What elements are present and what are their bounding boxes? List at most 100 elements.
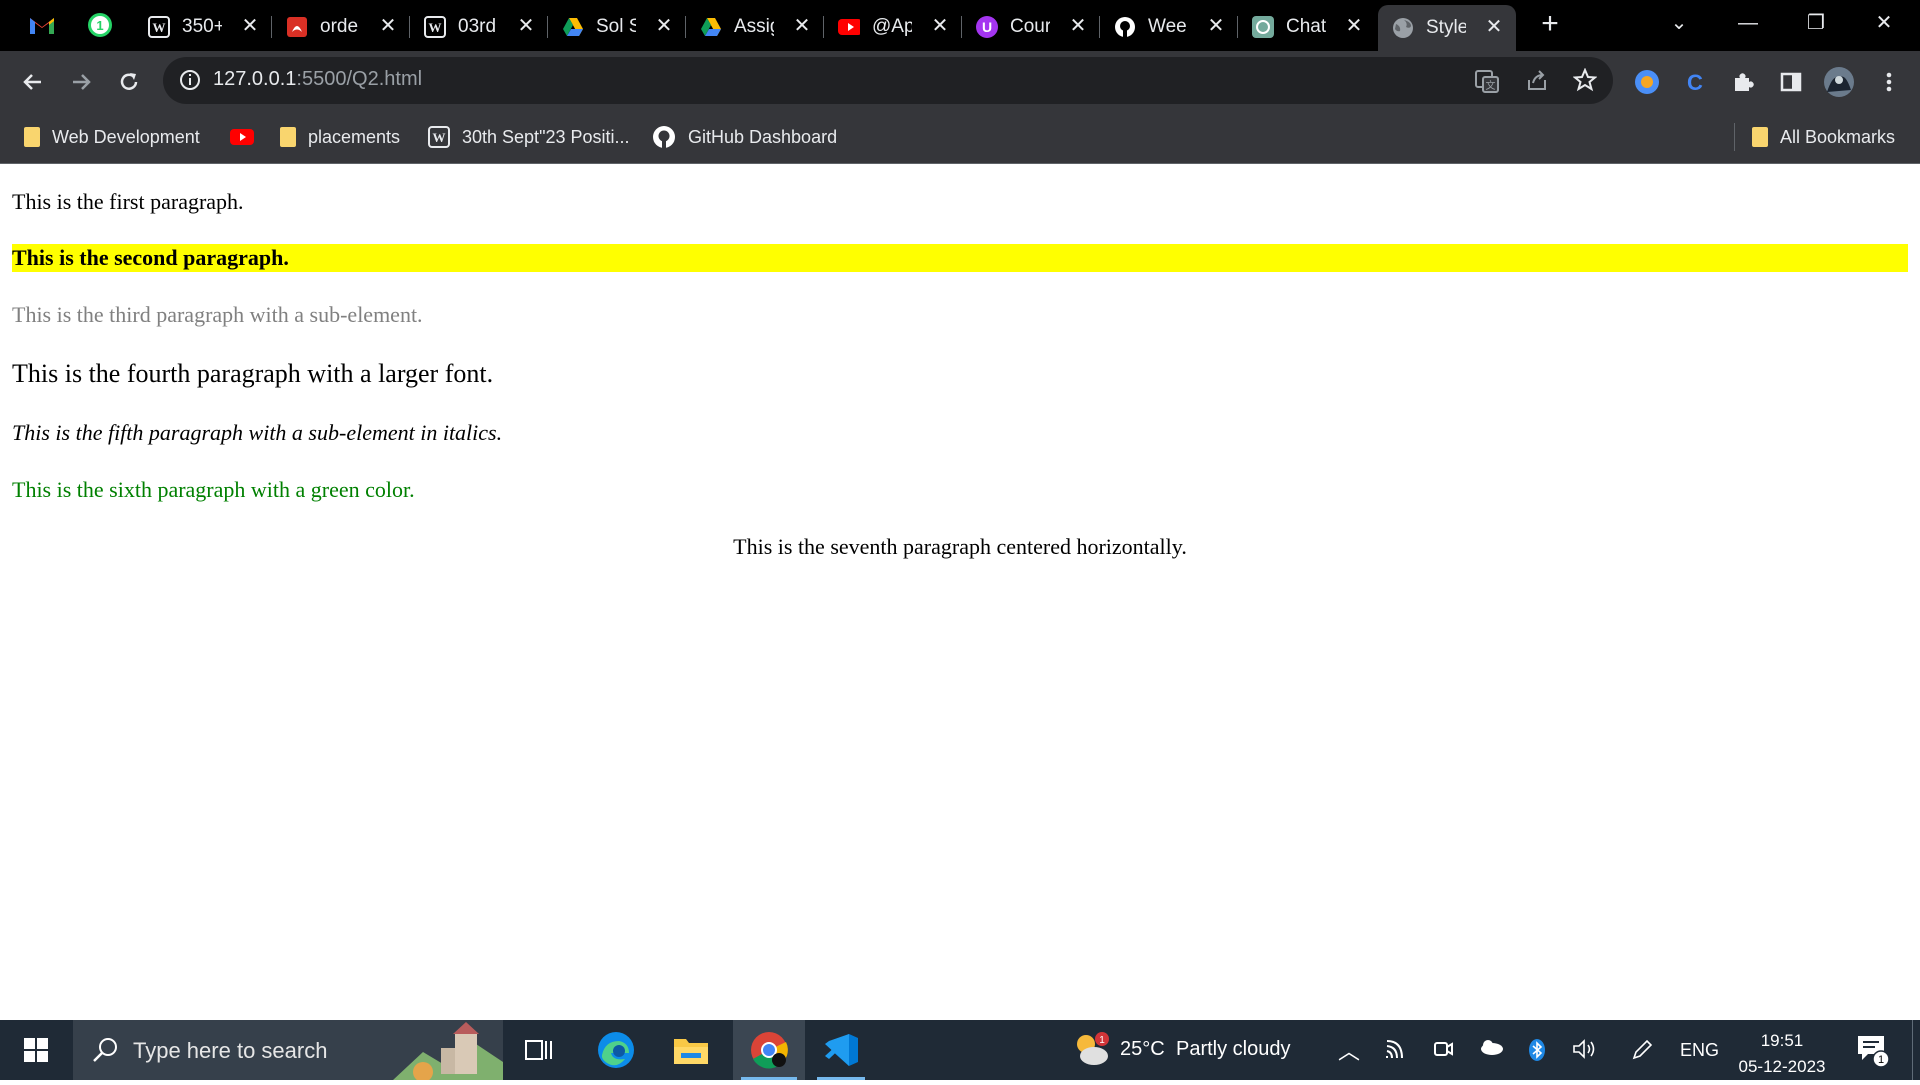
address-bar[interactable]: 127.0.0.1:5500/Q2.html 文	[163, 57, 1613, 104]
tab-1[interactable]: W 350+ ✕	[134, 4, 272, 49]
paragraph-7: This is the seventh paragraph centered h…	[733, 534, 1187, 559]
pen-icon[interactable]	[1630, 1038, 1654, 1068]
chatgpt-icon	[1252, 15, 1274, 38]
minimize-button[interactable]: —	[1726, 8, 1770, 38]
tab-title: Assig	[734, 15, 774, 37]
globe-icon	[1392, 17, 1414, 39]
show-hidden-icons-chevron-icon[interactable]: ︿	[1338, 1034, 1360, 1066]
svg-text:W: W	[153, 20, 166, 35]
back-arrow-icon	[23, 74, 41, 90]
svg-text:文: 文	[1486, 79, 1496, 92]
whatsapp-icon: 1	[88, 13, 112, 37]
tab-6[interactable]: @Ap ✕	[824, 4, 962, 49]
back-button[interactable]	[16, 65, 50, 99]
tab-7[interactable]: U Cour ✕	[962, 4, 1100, 49]
tab-3[interactable]: W 03rd ✕	[410, 4, 548, 49]
taskbar-edge[interactable]	[580, 1020, 652, 1080]
taskbar-chrome[interactable]	[733, 1020, 805, 1080]
taskbar-vscode[interactable]	[805, 1020, 877, 1080]
close-tab-icon[interactable]: ✕	[1068, 16, 1088, 36]
wordpress-icon: W	[148, 15, 170, 38]
extension-1-button[interactable]	[1630, 65, 1664, 99]
all-bookmarks-label: All Bookmarks	[1780, 126, 1896, 147]
tab-title: orde	[320, 15, 359, 37]
close-tab-icon[interactable]: ✕	[654, 16, 674, 36]
close-tab-icon[interactable]: ✕	[378, 16, 398, 36]
clock-time: 19:51	[1760, 1031, 1804, 1050]
all-bookmarks[interactable]: All Bookmarks	[1752, 123, 1895, 151]
avatar	[1824, 67, 1854, 97]
svg-text:1: 1	[1099, 1035, 1105, 1046]
meet-now-icon[interactable]	[1432, 1038, 1454, 1066]
translate-icon[interactable]: 文	[1475, 69, 1499, 98]
extension-2-button[interactable]: C	[1678, 65, 1712, 99]
reload-icon	[120, 73, 138, 90]
weather-widget[interactable]: 1	[1070, 1030, 1110, 1073]
side-panel-button[interactable]	[1774, 65, 1808, 99]
wordpress-icon: W	[428, 126, 450, 148]
forward-button[interactable]	[64, 65, 98, 99]
folder-icon	[24, 127, 40, 147]
url-text: 127.0.0.1:5500/Q2.html	[213, 68, 422, 91]
tab-4[interactable]: Sol S ✕	[548, 4, 686, 49]
tab-strip: 1 W 350+ ✕ orde ✕ W 03rd ✕ Sol S ✕ Assig…	[0, 0, 1920, 51]
udemy-icon: U	[976, 15, 998, 38]
svg-text:W: W	[433, 130, 446, 145]
close-tab-icon[interactable]: ✕	[240, 16, 260, 36]
network-icon[interactable]	[1384, 1038, 1408, 1066]
show-desktop-button[interactable]	[1912, 1020, 1913, 1080]
windows-icon	[24, 1038, 48, 1062]
pinned-tab-whatsapp[interactable]: 1	[84, 9, 116, 41]
onedrive-icon[interactable]	[1478, 1038, 1504, 1062]
share-icon[interactable]	[1525, 69, 1549, 98]
close-tab-icon[interactable]: ✕	[792, 16, 812, 36]
close-window-button[interactable]: ✕	[1862, 8, 1906, 38]
chrome-icon	[751, 1032, 788, 1069]
bookmark-30th-sept[interactable]: W 30th Sept"23 Positi...	[428, 123, 630, 151]
close-tab-icon[interactable]: ✕	[930, 16, 950, 36]
restore-button[interactable]: ❐	[1794, 8, 1838, 38]
bookmark-web-development[interactable]: Web Development	[24, 123, 200, 151]
tab-8[interactable]: Wee ✕	[1100, 4, 1238, 49]
start-button[interactable]	[0, 1020, 72, 1080]
tab-title: Style	[1426, 17, 1466, 38]
new-tab-button[interactable]: +	[1535, 9, 1565, 40]
taskbar-file-explorer[interactable]	[655, 1020, 727, 1080]
close-tab-icon[interactable]: ✕	[1484, 17, 1504, 37]
browser-toolbar: 127.0.0.1:5500/Q2.html 文 C	[0, 51, 1920, 111]
extensions-button[interactable]	[1726, 65, 1760, 99]
tab-title: 350+	[182, 15, 222, 37]
notification-center-button[interactable]: 1	[1856, 1032, 1890, 1073]
tab-title: Sol S	[596, 15, 636, 37]
bookmark-placements[interactable]: placements	[280, 123, 400, 151]
tab-active[interactable]: Style ✕	[1378, 5, 1516, 51]
tab-9[interactable]: Chat ✕	[1238, 4, 1376, 49]
bookmark-star-icon[interactable]	[1572, 67, 1598, 97]
github-icon	[1114, 16, 1136, 38]
svg-text:W: W	[429, 20, 442, 35]
taskbar-search[interactable]: Type here to search	[73, 1020, 503, 1082]
close-tab-icon[interactable]: ✕	[516, 16, 536, 36]
paragraph-5: This is the fifth paragraph with a sub-e…	[12, 420, 503, 445]
close-tab-icon[interactable]: ✕	[1206, 16, 1226, 36]
profile-button[interactable]	[1822, 65, 1856, 99]
clock[interactable]: 19:51 05-12-2023	[1732, 1028, 1832, 1080]
bookmark-github-dashboard[interactable]: GitHub Dashboard	[652, 123, 837, 151]
tab-search-button[interactable]: ⌄	[1657, 8, 1701, 38]
tab-2[interactable]: orde ✕	[272, 4, 410, 49]
bookmark-youtube[interactable]	[230, 123, 266, 151]
bluetooth-icon[interactable]	[1528, 1038, 1546, 1068]
close-tab-icon[interactable]: ✕	[1344, 16, 1364, 36]
chrome-menu-button[interactable]	[1872, 65, 1906, 99]
site-info-icon[interactable]	[179, 69, 201, 96]
reload-button[interactable]	[112, 65, 146, 99]
language-indicator[interactable]: ENG	[1680, 1040, 1719, 1061]
tab-5[interactable]: Assig ✕	[686, 4, 824, 49]
volume-icon[interactable]	[1572, 1038, 1598, 1066]
pinned-tab-gmail[interactable]	[26, 9, 58, 41]
edge-icon	[598, 1032, 634, 1068]
folder-icon	[280, 127, 296, 147]
task-view-button[interactable]	[503, 1020, 575, 1080]
tab-title: Wee	[1148, 15, 1187, 37]
tab-title: @Ap	[872, 15, 912, 37]
